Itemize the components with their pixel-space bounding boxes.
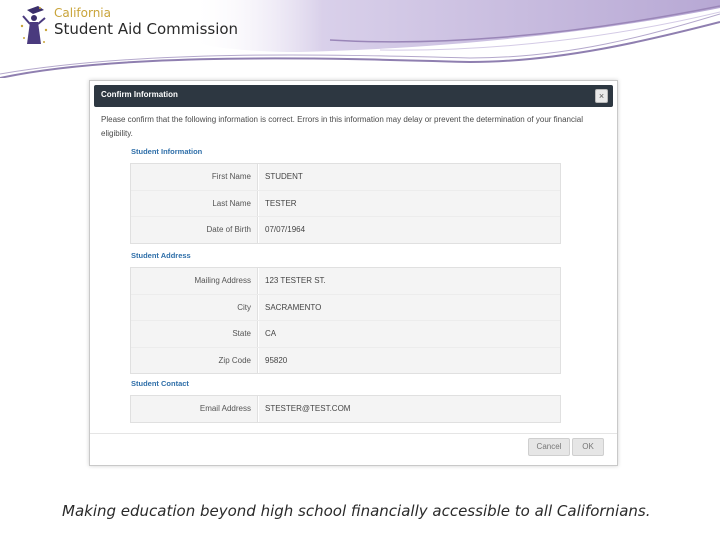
table-row: City SACRAMENTO (131, 293, 560, 321)
section-student-address: Student Address (131, 251, 191, 260)
page-header: California Student Aid Commission (0, 0, 720, 78)
field-label: Date of Birth (131, 217, 258, 243)
table-row: Mailing Address 123 TESTER ST. (131, 268, 560, 294)
dialog-intro: Please confirm that the following inform… (101, 115, 583, 138)
dialog-title: Confirm Information (101, 90, 178, 99)
close-icon[interactable]: × (595, 89, 608, 103)
field-label: State (131, 321, 258, 347)
field-label: Email Address (131, 396, 258, 422)
field-value: CA (259, 321, 560, 347)
student-contact-table: Email Address STESTER@TEST.COM (130, 395, 561, 423)
student-address-table: Mailing Address 123 TESTER ST. City SACR… (130, 267, 561, 375)
field-label: First Name (131, 164, 258, 190)
table-row: Last Name TESTER (131, 189, 560, 217)
section-student-information: Student Information (131, 147, 203, 156)
field-value: STESTER@TEST.COM (259, 396, 560, 422)
field-label: City (131, 294, 258, 321)
field-value: TESTER (259, 190, 560, 217)
field-value: 07/07/1964 (259, 217, 560, 243)
field-label: Last Name (131, 190, 258, 217)
dialog-titlebar: Confirm Information × (94, 85, 613, 107)
field-label: Mailing Address (131, 268, 258, 294)
field-label: Zip Code (131, 347, 258, 374)
tagline: Making education beyond high school fina… (62, 502, 651, 520)
student-information-table: First Name STUDENT Last Name TESTER Date… (130, 163, 561, 244)
table-row: Date of Birth 07/07/1964 (131, 216, 560, 243)
table-row: Email Address STESTER@TEST.COM (131, 396, 560, 422)
table-row: First Name STUDENT (131, 164, 560, 190)
field-value: STUDENT (259, 164, 560, 190)
cancel-button[interactable]: Cancel (528, 438, 570, 456)
org-name-small: California (54, 6, 111, 20)
table-row: Zip Code 95820 (131, 346, 560, 374)
org-name: Student Aid Commission (54, 20, 239, 38)
table-row: State CA (131, 320, 560, 347)
section-student-contact: Student Contact (131, 379, 189, 388)
ok-button[interactable]: OK (572, 438, 604, 456)
dialog-footer-divider (90, 433, 617, 434)
field-value: 123 TESTER ST. (259, 268, 560, 294)
graduate-figure-icon (20, 6, 48, 44)
commission-logo (18, 4, 50, 50)
confirm-dialog: Confirm Information × Please confirm tha… (89, 80, 618, 466)
field-value: 95820 (259, 347, 560, 374)
field-value: SACRAMENTO (259, 294, 560, 321)
